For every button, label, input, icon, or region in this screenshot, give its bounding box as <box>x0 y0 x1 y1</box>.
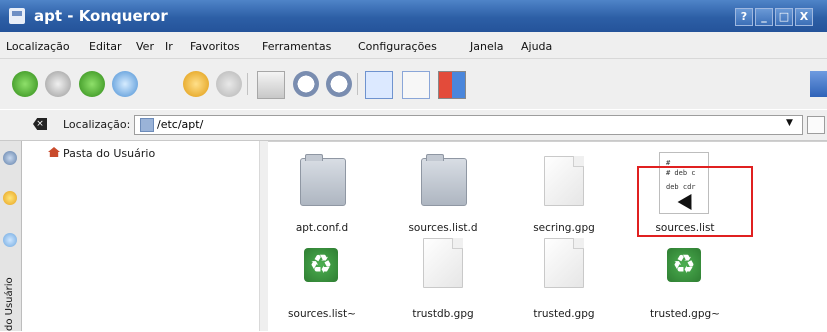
clear-location-icon[interactable]: × <box>33 118 47 130</box>
menu-ferramentas[interactable]: Ferramentas <box>262 40 331 53</box>
file-label: trusted.gpg~ <box>650 308 720 320</box>
sidebar-tab-navigation[interactable] <box>3 151 17 165</box>
stop-icon[interactable] <box>216 71 242 97</box>
minimize-button[interactable]: _ <box>755 8 773 26</box>
print-icon[interactable] <box>257 71 285 99</box>
home-folder-icon <box>48 147 60 157</box>
document-icon <box>544 238 584 288</box>
icon-view-icon[interactable] <box>365 71 393 99</box>
recycle-icon: ♻ <box>304 248 338 282</box>
location-field[interactable] <box>134 115 803 135</box>
go-button[interactable] <box>807 116 825 134</box>
file-item[interactable]: secring.gpg <box>520 152 608 238</box>
sidebar-tab-bookmarks[interactable] <box>3 191 17 205</box>
toolbar <box>0 59 827 109</box>
maximize-button[interactable]: □ <box>775 8 793 26</box>
folder-icon <box>140 118 154 132</box>
file-item[interactable]: trustdb.gpg <box>399 238 487 324</box>
home-icon[interactable] <box>112 71 138 97</box>
location-input[interactable] <box>157 117 787 131</box>
folder-icon <box>421 154 467 206</box>
folder-icon <box>300 154 346 206</box>
menu-bar: Localização Editar Ver Ir Favoritos Ferr… <box>0 32 827 59</box>
sidebar-tab-history[interactable] <box>3 233 17 247</box>
menu-ir[interactable]: Ir <box>165 40 173 53</box>
file-label: sources.list.d <box>408 222 478 234</box>
menu-localizacao[interactable]: Localização <box>6 40 70 53</box>
menu-ver[interactable]: Ver <box>136 40 154 53</box>
tree-item-home[interactable]: Pasta do Usuário <box>63 147 155 160</box>
menu-ajuda[interactable]: Ajuda <box>521 40 552 53</box>
file-label: trustdb.gpg <box>412 308 474 320</box>
document-icon <box>423 238 463 288</box>
split-view-icon[interactable] <box>438 71 466 99</box>
sidebar-vertical-label: do Usuário <box>4 277 15 331</box>
location-label: Localização: <box>63 118 131 131</box>
file-label: sources.list~ <box>288 308 356 320</box>
menu-editar[interactable]: Editar <box>89 40 122 53</box>
reload-icon[interactable] <box>183 71 209 97</box>
file-item[interactable]: ♻ sources.list~ <box>278 238 366 324</box>
menu-janela[interactable]: Janela <box>470 40 504 53</box>
app-icon[interactable] <box>9 8 25 24</box>
file-item[interactable]: trusted.gpg <box>520 238 608 324</box>
file-item[interactable]: sources.list.d <box>399 152 487 238</box>
folder-tree: Pasta do Usuário <box>22 141 260 331</box>
zoom-in-icon[interactable] <box>293 71 319 97</box>
toolbar-separator <box>357 73 358 95</box>
title-bar: apt - Konqueror ? _ □ X <box>0 0 827 32</box>
window-title: apt - Konqueror <box>34 7 168 25</box>
file-label: trusted.gpg <box>533 308 595 320</box>
menu-configuracoes[interactable]: Configurações <box>358 40 437 53</box>
zoom-out-icon[interactable] <box>326 71 352 97</box>
toolbar-separator <box>247 73 248 95</box>
recycle-icon: ♻ <box>667 248 701 282</box>
file-item[interactable]: apt.conf.d <box>278 152 366 238</box>
splitter-handle[interactable] <box>260 141 268 331</box>
detail-view-icon[interactable] <box>402 71 430 99</box>
kde-throbber-icon[interactable] <box>810 71 827 97</box>
menu-favoritos[interactable]: Favoritos <box>190 40 240 53</box>
back-icon[interactable] <box>12 71 38 97</box>
help-button[interactable]: ? <box>735 8 753 26</box>
close-button[interactable]: X <box>795 8 813 26</box>
forward-icon[interactable] <box>45 71 71 97</box>
up-icon[interactable] <box>79 71 105 97</box>
document-icon <box>544 156 584 206</box>
file-item[interactable]: ♻ trusted.gpg~ <box>641 238 729 324</box>
location-bar: × Localização: ▼ <box>0 110 827 141</box>
file-label: apt.conf.d <box>295 222 349 234</box>
file-label: secring.gpg <box>533 222 595 234</box>
chevron-down-icon[interactable]: ▼ <box>786 118 793 128</box>
